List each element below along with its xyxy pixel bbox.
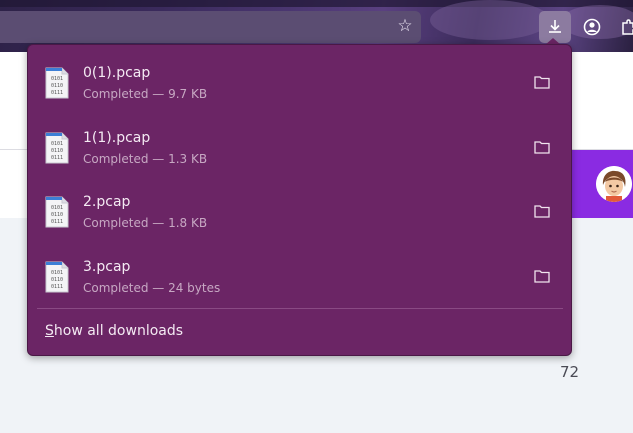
download-filename: 0(1).pcap: [83, 65, 151, 81]
extensions-button[interactable]: [613, 11, 633, 43]
download-status: Completed — 1.3 KB: [83, 152, 208, 166]
url-bar[interactable]: [0, 11, 421, 43]
svg-text:0110: 0110: [51, 148, 63, 154]
panel-separator: [37, 308, 563, 309]
download-item[interactable]: 0101 0110 0111 2.pcap Completed — 1.8 KB: [28, 177, 573, 241]
account-icon: [583, 18, 601, 36]
svg-text:0101: 0101: [51, 141, 63, 147]
account-button[interactable]: [576, 11, 608, 43]
download-filename: 1(1).pcap: [83, 130, 151, 146]
download-item[interactable]: 0101 0110 0111 0(1).pcap Completed — 9.7…: [28, 48, 573, 112]
svg-text:0110: 0110: [51, 83, 63, 89]
download-icon: [549, 20, 561, 33]
folder-icon[interactable]: [534, 269, 550, 283]
browser-window: ☆ 72 0101 0110 0111 0(1).pcap Completed …: [0, 0, 633, 433]
folder-icon[interactable]: [534, 75, 550, 89]
avatar-image: [596, 166, 632, 202]
folder-icon[interactable]: [534, 204, 550, 218]
svg-text:0111: 0111: [51, 284, 63, 290]
binary-file-icon: 0101 0110 0111: [45, 261, 69, 293]
download-filename: 2.pcap: [83, 194, 131, 210]
download-item[interactable]: 0101 0110 0111 1(1).pcap Completed — 1.3…: [28, 113, 573, 177]
svg-text:0111: 0111: [51, 90, 63, 96]
binary-file-icon: 0101 0110 0111: [45, 67, 69, 99]
downloads-panel: 0101 0110 0111 0(1).pcap Completed — 9.7…: [27, 44, 572, 356]
download-status: Completed — 24 bytes: [83, 281, 221, 295]
svg-text:0111: 0111: [51, 155, 63, 161]
svg-text:0110: 0110: [51, 277, 63, 283]
binary-file-icon: 0101 0110 0111: [45, 132, 69, 164]
show-all-downloads-button[interactable]: Show all downloads: [45, 323, 183, 339]
svg-text:0101: 0101: [51, 76, 63, 82]
download-item[interactable]: 0101 0110 0111 3.pcap Completed — 24 byt…: [28, 242, 573, 306]
user-avatar[interactable]: [596, 166, 632, 202]
show-all-accesskey: S: [45, 323, 54, 339]
download-filename: 3.pcap: [83, 259, 131, 275]
folder-icon[interactable]: [534, 140, 550, 154]
svg-text:0110: 0110: [51, 212, 63, 218]
show-all-label: how all downloads: [53, 323, 184, 339]
page-number: 72: [560, 363, 580, 381]
svg-text:0101: 0101: [51, 205, 63, 211]
download-status: Completed — 1.8 KB: [83, 216, 208, 230]
binary-file-icon: 0101 0110 0111: [45, 196, 69, 228]
svg-text:0111: 0111: [51, 219, 63, 225]
svg-text:0101: 0101: [51, 270, 63, 276]
download-status: Completed — 9.7 KB: [83, 87, 208, 101]
bookmark-star-icon[interactable]: ☆: [395, 16, 415, 36]
extensions-icon: [622, 19, 633, 35]
